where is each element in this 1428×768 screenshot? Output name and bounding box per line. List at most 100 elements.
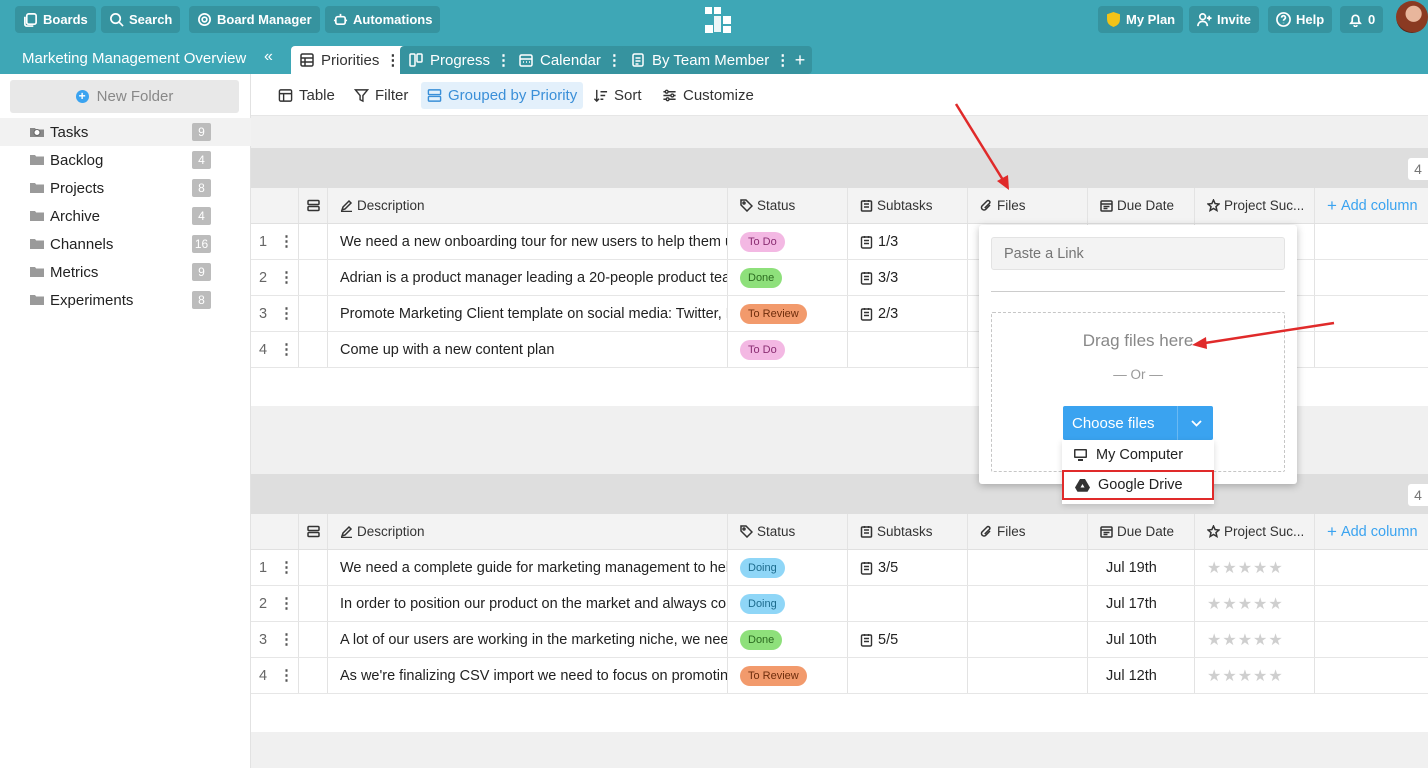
table-row[interactable]: 3 ⋮ A lot of our users are working in the … — [251, 622, 1428, 658]
header-group-cell[interactable] — [299, 514, 328, 549]
sort-button[interactable]: Sort — [587, 82, 648, 109]
menu-item-my-computer[interactable]: My Computer — [1062, 440, 1214, 470]
tab-calendar[interactable]: Calendar ⋮ — [510, 46, 629, 74]
customize-button[interactable]: Customize — [656, 82, 760, 109]
sidebar-item-backlog[interactable]: Backlog 4 — [0, 146, 251, 174]
subtasks-cell[interactable] — [848, 658, 968, 693]
search-button[interactable]: Search — [101, 6, 181, 33]
description-cell[interactable]: Adrian is a product manager leading a 20… — [328, 260, 728, 295]
row-menu-icon[interactable]: ⋮ — [275, 224, 299, 259]
status-cell[interactable]: To Review — [728, 296, 848, 331]
add-tab-button[interactable]: + — [788, 46, 812, 74]
row-menu-icon[interactable]: ⋮ — [275, 658, 299, 693]
status-cell[interactable]: To Review — [728, 658, 848, 693]
files-cell[interactable] — [968, 586, 1088, 621]
sidebar-item-archive[interactable]: Archive 4 — [0, 202, 251, 230]
boards-button[interactable]: Boards — [15, 6, 96, 33]
tab-menu-icon[interactable]: ⋮ — [496, 51, 511, 69]
filter-button[interactable]: Filter — [348, 82, 414, 109]
collapse-sidebar-button[interactable]: « — [264, 48, 273, 66]
column-header-project-success[interactable]: Project Suc... — [1195, 514, 1315, 549]
invite-button[interactable]: Invite — [1189, 6, 1259, 33]
row-menu-icon[interactable]: ⋮ — [275, 622, 299, 657]
sidebar-item-tasks[interactable]: Tasks 9 — [0, 118, 251, 146]
subtasks-cell[interactable]: 1/3 — [848, 224, 968, 259]
tab-menu-icon[interactable]: ⋮ — [607, 51, 622, 69]
subtasks-cell[interactable] — [848, 332, 968, 367]
group-header[interactable]: 4 — [251, 148, 1428, 188]
column-header-due-date[interactable]: Due Date — [1088, 188, 1195, 223]
table-row[interactable]: 2 ⋮ In order to position our product on th… — [251, 586, 1428, 622]
sidebar-item-metrics[interactable]: Metrics 9 — [0, 258, 251, 286]
status-cell[interactable]: Doing — [728, 586, 848, 621]
subtasks-cell[interactable] — [848, 586, 968, 621]
subtasks-cell[interactable]: 3/5 — [848, 550, 968, 585]
status-cell[interactable]: To Do — [728, 224, 848, 259]
rating-cell[interactable]: ★★★★★ — [1195, 550, 1315, 585]
table-view-button[interactable]: Table — [272, 82, 341, 109]
row-menu-icon[interactable]: ⋮ — [275, 586, 299, 621]
rating-cell[interactable]: ★★★★★ — [1195, 622, 1315, 657]
column-header-subtasks[interactable]: Subtasks — [848, 514, 968, 549]
board-manager-button[interactable]: Board Manager — [189, 6, 320, 33]
sidebar-item-projects[interactable]: Projects 8 — [0, 174, 251, 202]
files-cell[interactable] — [968, 622, 1088, 657]
column-header-description[interactable]: Description — [328, 514, 728, 549]
subtasks-cell[interactable]: 2/3 — [848, 296, 968, 331]
column-header-project-success[interactable]: Project Suc... — [1195, 188, 1315, 223]
column-header-due-date[interactable]: Due Date — [1088, 514, 1195, 549]
table-row[interactable]: 4 ⋮ As we're finalizing CSV import we need… — [251, 658, 1428, 694]
description-cell[interactable]: We need a new onboarding tour for new us… — [328, 224, 728, 259]
status-cell[interactable]: Doing — [728, 550, 848, 585]
subtasks-cell[interactable]: 3/3 — [848, 260, 968, 295]
due-date-cell[interactable]: Jul 17th — [1088, 586, 1195, 621]
add-column-button[interactable]: + Add column — [1315, 188, 1428, 223]
tab-progress[interactable]: Progress ⋮ — [400, 46, 519, 74]
row-menu-icon[interactable]: ⋮ — [275, 260, 299, 295]
description-cell[interactable]: Come up with a new content plan — [328, 332, 728, 367]
description-cell[interactable]: Promote Marketing Client template on soc… — [328, 296, 728, 331]
help-button[interactable]: Help — [1268, 6, 1333, 33]
new-folder-button[interactable]: + New Folder — [10, 80, 239, 113]
due-date-cell[interactable]: Jul 19th — [1088, 550, 1195, 585]
tab-menu-icon[interactable]: ⋮ — [385, 51, 400, 69]
description-cell[interactable]: As we're finalizing CSV import we need t… — [328, 658, 728, 693]
row-menu-icon[interactable]: ⋮ — [275, 550, 299, 585]
my-plan-button[interactable]: My Plan — [1098, 6, 1184, 33]
column-header-description[interactable]: Description — [328, 188, 728, 223]
automations-button[interactable]: Automations — [325, 6, 441, 33]
rating-cell[interactable]: ★★★★★ — [1195, 658, 1315, 693]
files-cell[interactable] — [968, 550, 1088, 585]
column-header-status[interactable]: Status — [728, 514, 848, 549]
sidebar-item-experiments[interactable]: Experiments 8 — [0, 286, 251, 314]
header-group-cell[interactable] — [299, 188, 328, 223]
files-cell[interactable] — [968, 658, 1088, 693]
subtasks-cell[interactable]: 5/5 — [848, 622, 968, 657]
grouped-by-priority-button[interactable]: Grouped by Priority — [421, 82, 584, 109]
status-cell[interactable]: Done — [728, 260, 848, 295]
rating-cell[interactable]: ★★★★★ — [1195, 586, 1315, 621]
column-header-files[interactable]: Files — [968, 514, 1088, 549]
choose-files-button[interactable]: Choose files — [1063, 406, 1213, 440]
row-menu-icon[interactable]: ⋮ — [275, 332, 299, 367]
description-cell[interactable]: A lot of our users are working in the ma… — [328, 622, 728, 657]
status-cell[interactable]: To Do — [728, 332, 848, 367]
column-header-files[interactable]: Files — [968, 188, 1088, 223]
status-cell[interactable]: Done — [728, 622, 848, 657]
due-date-cell[interactable]: Jul 12th — [1088, 658, 1195, 693]
column-header-status[interactable]: Status — [728, 188, 848, 223]
column-header-subtasks[interactable]: Subtasks — [848, 188, 968, 223]
tab-priorities[interactable]: Priorities ⋮ — [291, 46, 408, 74]
add-column-button[interactable]: + Add column — [1315, 514, 1428, 549]
tab-by-team-member[interactable]: By Team Member ⋮ — [622, 46, 798, 74]
description-cell[interactable]: In order to position our product on the … — [328, 586, 728, 621]
description-cell[interactable]: We need a complete guide for marketing m… — [328, 550, 728, 585]
paste-link-input[interactable] — [991, 237, 1285, 270]
chevron-down-icon[interactable] — [1191, 418, 1202, 428]
avatar[interactable] — [1396, 1, 1428, 33]
menu-item-google-drive[interactable]: Google Drive — [1062, 470, 1214, 500]
table-row[interactable]: 1 ⋮ We need a complete guide for marketing… — [251, 550, 1428, 586]
row-menu-icon[interactable]: ⋮ — [275, 296, 299, 331]
sidebar-item-channels[interactable]: Channels 16 — [0, 230, 251, 258]
due-date-cell[interactable]: Jul 10th — [1088, 622, 1195, 657]
